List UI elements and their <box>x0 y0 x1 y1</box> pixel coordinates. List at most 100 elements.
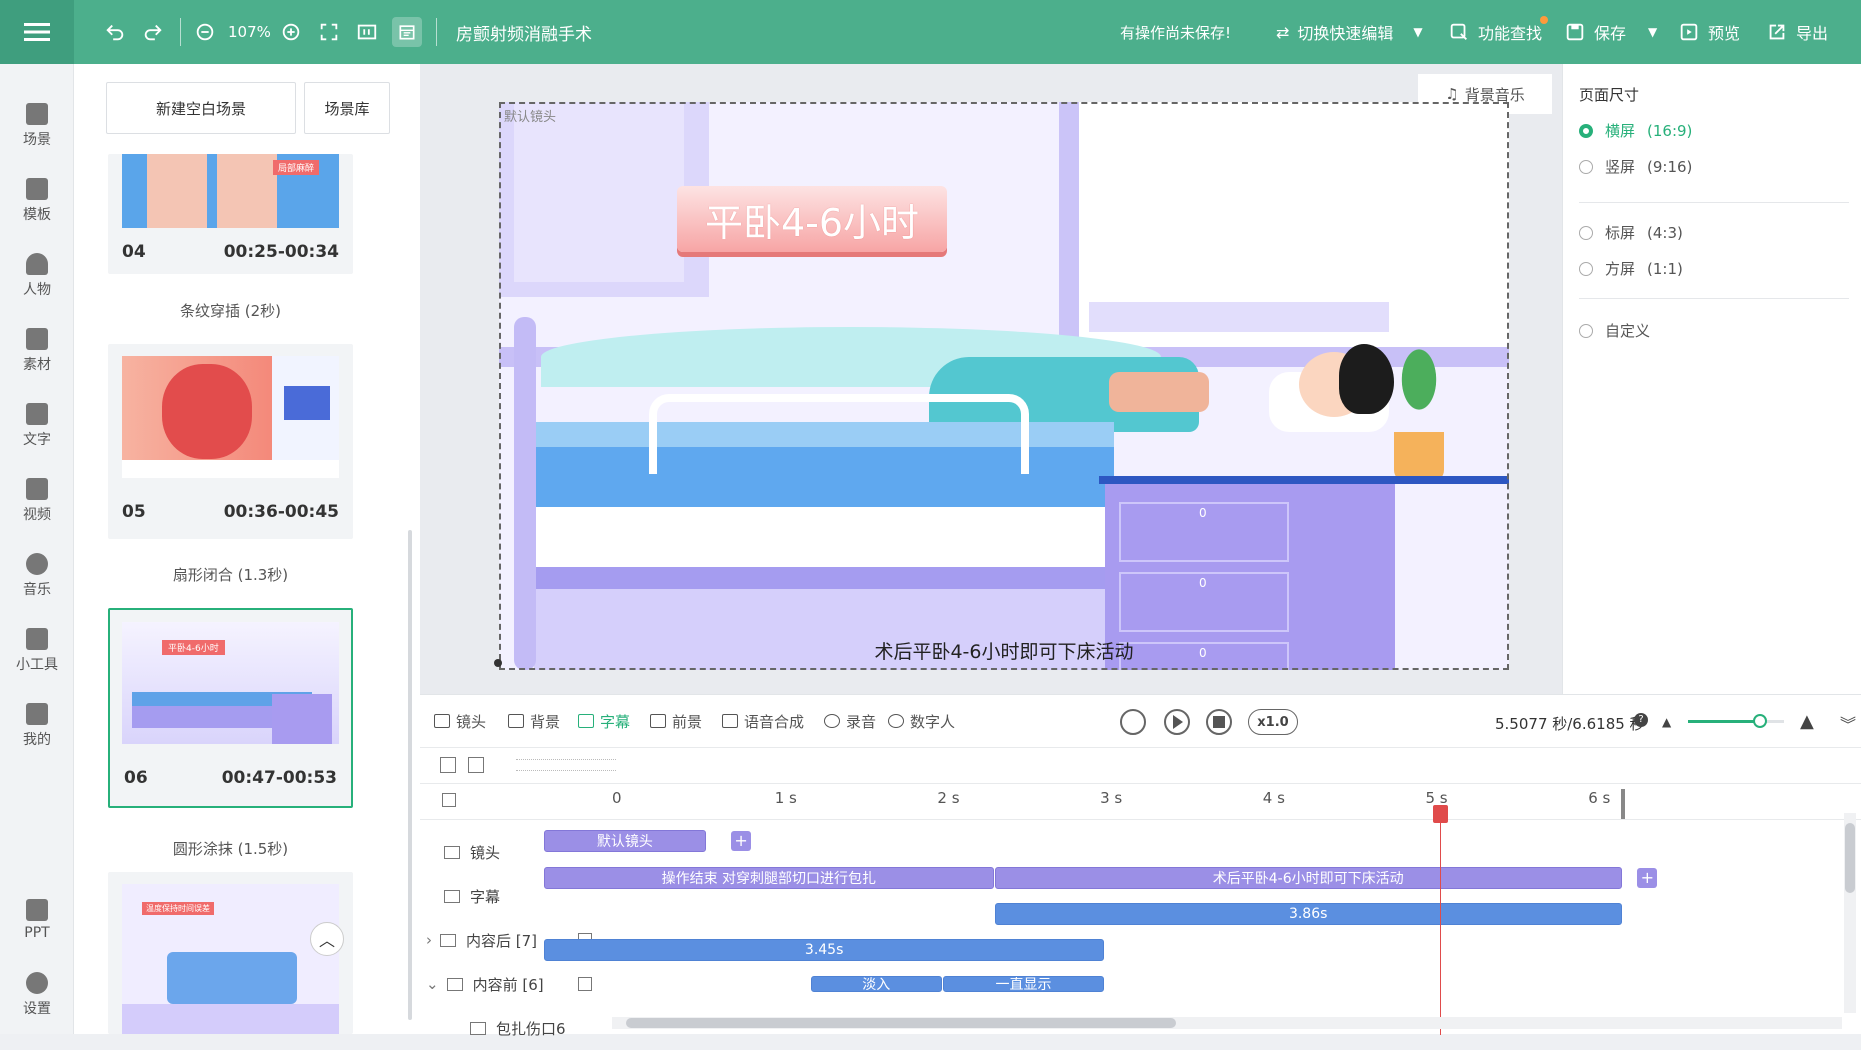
timeline-panel: 镜头 背景 字幕 前景 语音合成 录音 数字人 x1.0 5.5077 秒/6.… <box>420 694 1861 1038</box>
scene-card[interactable]: 05 00:36-00:45 <box>108 344 353 539</box>
clip-fade-in[interactable]: 淡入 <box>810 976 942 992</box>
assets-icon <box>26 328 48 350</box>
clip-content-after[interactable]: 3.86s <box>994 903 1622 925</box>
top-toolbar: 107% 房颤射频消融手术 有操作尚未保存! ⇄ 切换快速编辑 ▼ 功能查找 保存 ▼… <box>0 0 1861 64</box>
clip-content-before[interactable]: 3.45s <box>544 939 1105 961</box>
feature-search-button[interactable]: 功能查找 <box>1448 0 1548 64</box>
scene-thumbnail <box>122 356 339 478</box>
undo-icon[interactable] <box>104 0 126 64</box>
radio-standard[interactable]: 标屏 (4:3) <box>1579 222 1683 243</box>
video-icon <box>26 478 48 500</box>
scene-card[interactable]: 局部麻醉 04 00:25-00:34 <box>108 154 353 274</box>
add-subtitle-button[interactable]: + <box>1637 868 1658 888</box>
fullscreen-icon[interactable] <box>318 0 340 64</box>
actual-size-icon[interactable] <box>356 0 378 64</box>
zoom-in-mountain-icon[interactable]: ▲ <box>1800 711 1814 732</box>
nav-scene[interactable]: 场景 <box>0 94 74 158</box>
chevron-down-icon[interactable]: ▼ <box>1648 25 1657 39</box>
tab-tts[interactable]: 语音合成 <box>722 695 804 747</box>
redo-icon[interactable] <box>142 0 164 64</box>
scene-card[interactable]: 温度保持时间误差 ︿ <box>108 872 353 1034</box>
help-icon[interactable]: ? <box>1634 713 1648 727</box>
time-readout: 5.5077 秒/6.6185 秒 <box>1495 715 1645 733</box>
nav-music[interactable]: 音乐 <box>0 544 74 608</box>
filter-icon[interactable] <box>440 757 456 773</box>
radio-portrait[interactable]: 竖屏 (9:16) <box>1579 156 1692 177</box>
nav-video[interactable]: 视频 <box>0 469 74 533</box>
export-button[interactable]: 导出 <box>1766 0 1828 64</box>
clip-camera-default[interactable]: 默认镜头 <box>544 830 706 852</box>
chevron-down-icon[interactable]: ⌄ <box>426 975 439 993</box>
speed-button[interactable]: x1.0 <box>1248 709 1298 735</box>
scene-panel-scrollbar[interactable] <box>408 530 412 1020</box>
preview-icon <box>1680 23 1698 41</box>
add-camera-button[interactable]: + <box>731 831 752 851</box>
clip-always-show[interactable]: 一直显示 <box>942 976 1105 992</box>
ruler-tick: 3 s <box>1100 789 1123 807</box>
replay-icon[interactable] <box>1120 709 1146 735</box>
scene-canvas[interactable]: 平卧4-6小时 0 0 0 术后平卧4-6小时即可下床活动 <box>499 102 1509 670</box>
tab-record[interactable]: 录音 <box>824 695 876 747</box>
music-note-icon: ♫ <box>1445 85 1459 103</box>
play-icon[interactable] <box>1164 709 1190 735</box>
scene-transition-label: 条纹穿插 (2秒) <box>179 302 282 320</box>
tts-icon <box>722 714 738 728</box>
scene-library-button[interactable]: 场景库 <box>304 82 390 134</box>
timeline-zoom-slider[interactable] <box>1688 714 1784 728</box>
end-marker[interactable] <box>1620 789 1625 819</box>
nav-toolbox[interactable]: 小工具 <box>0 619 74 683</box>
text-icon <box>26 403 48 425</box>
mic-icon <box>824 714 840 728</box>
nav-settings[interactable]: 设置 <box>0 963 74 1027</box>
anchor-point[interactable] <box>494 659 502 667</box>
subtitle-icon <box>444 889 460 903</box>
scene-card-selected[interactable]: 平卧4-6小时 06 00:47-00:53 <box>108 608 353 808</box>
template-icon <box>26 178 48 200</box>
project-title[interactable]: 房颤射频消融手术 <box>456 0 592 64</box>
tab-foreground[interactable]: 前景 <box>650 695 702 747</box>
nav-assets[interactable]: 素材 <box>0 319 74 383</box>
save-button[interactable]: 保存 ▼ <box>1564 0 1657 64</box>
radio-custom[interactable]: 自定义 <box>1579 320 1650 341</box>
group-icon[interactable] <box>468 757 484 773</box>
banner-title[interactable]: 平卧4-6小时 <box>677 186 947 252</box>
page-size-title: 页面尺寸 <box>1579 86 1640 104</box>
radio-square[interactable]: 方屏 (1:1) <box>1579 258 1683 279</box>
stop-icon[interactable] <box>1206 709 1232 735</box>
scene-icon <box>26 103 48 125</box>
tab-background[interactable]: 背景 <box>508 695 560 747</box>
nav-person[interactable]: 人物 <box>0 244 74 308</box>
timeline-ruler[interactable]: 0 1 s 2 s 3 s 4 s 5 s 6 s <box>610 789 1845 819</box>
nav-template[interactable]: 模板 <box>0 169 74 233</box>
timeline-hscroll[interactable] <box>612 1017 1842 1029</box>
enter-icon[interactable] <box>578 977 592 991</box>
ruler-tick: 6 s <box>1588 789 1611 807</box>
track-content-before[interactable]: ⌄ 内容前 [6] <box>426 962 650 1006</box>
tab-digital-human[interactable]: 数字人 <box>888 695 955 747</box>
preview-button[interactable]: 预览 <box>1678 0 1740 64</box>
radio-landscape[interactable]: 横屏 (16:9) <box>1579 120 1692 141</box>
zoom-out-icon[interactable] <box>194 0 216 64</box>
new-blank-scene-button[interactable]: 新建空白场景 <box>106 82 296 134</box>
quick-edit-toggle[interactable]: ⇄ 切换快速编辑 ▼ <box>1276 0 1423 64</box>
timeline-vscroll[interactable] <box>1844 813 1856 1013</box>
tab-subtitle[interactable]: 字幕 <box>578 695 630 747</box>
calendar-icon[interactable] <box>392 17 422 47</box>
tab-camera[interactable]: 镜头 <box>434 695 486 747</box>
collapse-icon[interactable]: ︾ <box>1840 711 1856 735</box>
zoom-in-icon[interactable] <box>280 0 302 64</box>
zoom-out-mountain-icon[interactable]: ▲ <box>1662 715 1671 729</box>
clip-subtitle-2[interactable]: 术后平卧4-6小时即可下床活动 <box>994 867 1622 889</box>
layer-icon <box>440 933 456 947</box>
playhead[interactable] <box>1433 805 1449 1035</box>
tree-icon[interactable] <box>442 793 456 807</box>
scroll-top-button[interactable]: ︿ <box>310 922 344 956</box>
clip-subtitle-1[interactable]: 操作结束 对穿刺腿部切口进行包扎 <box>544 867 994 889</box>
menu-icon[interactable] <box>0 0 74 64</box>
subtitle-text[interactable]: 术后平卧4-6小时即可下床活动 <box>499 637 1509 664</box>
nav-mine[interactable]: 我的 <box>0 694 74 758</box>
chevron-down-icon[interactable]: ▼ <box>1413 25 1422 39</box>
nav-text[interactable]: 文字 <box>0 394 74 458</box>
chevron-right-icon[interactable]: › <box>426 931 432 949</box>
nav-ppt[interactable]: PPT <box>0 888 74 952</box>
